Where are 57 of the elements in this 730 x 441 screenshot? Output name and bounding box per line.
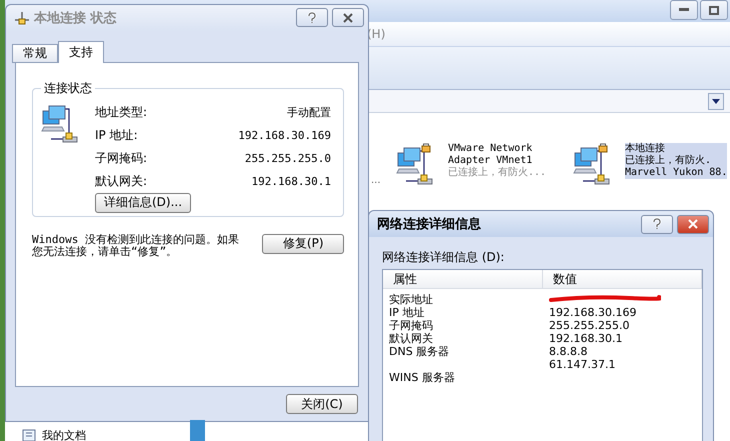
table-cell: DNS 服务器 <box>389 345 450 358</box>
table-cell: 默认网关 <box>389 332 433 345</box>
field-label: 子网掩码: <box>95 150 148 167</box>
field-value: 192.168.30.169 <box>238 128 331 142</box>
tab[interactable]: 支持 <box>58 40 104 63</box>
field-value: 手动配置 <box>287 104 331 120</box>
help-button[interactable] <box>296 8 328 28</box>
table-cell: 实际地址 <box>389 293 433 306</box>
connection-status: 已连接上，有防火... <box>448 167 548 179</box>
tab[interactable]: 常规 <box>12 44 58 63</box>
maximize-button[interactable] <box>700 0 728 20</box>
caret-icon <box>712 98 720 104</box>
window-title: 本地连接 状态 <box>34 10 118 27</box>
field-value: 255.255.255.0 <box>244 152 331 165</box>
group-title: 连接状态 <box>43 80 93 97</box>
help-icon <box>307 12 317 24</box>
close-button[interactable] <box>677 214 709 234</box>
connection-name: 本地连接 <box>625 143 728 155</box>
close-button[interactable] <box>332 8 364 28</box>
field-value: 192.168.30.1 <box>252 174 331 188</box>
table-cell: IP 地址 <box>389 306 424 319</box>
network-connection-icon <box>14 10 30 25</box>
help-icon <box>652 218 662 230</box>
field-label: 地址类型: <box>95 104 148 121</box>
connection-status: ... <box>371 175 381 186</box>
table-cell: 子网掩码 <box>389 319 433 332</box>
details-button[interactable]: 详细信息(D)... <box>95 192 192 213</box>
table-cell: 192.168.30.1 <box>549 332 622 345</box>
sidebar-item[interactable]: 我的文档 <box>42 430 86 441</box>
documents-icon <box>22 429 36 441</box>
table-cell: 8.8.8.8 <box>549 345 588 358</box>
minimize-icon <box>679 8 689 12</box>
table-cell: 192.168.30.169 <box>549 306 636 319</box>
minimize-button[interactable] <box>670 0 698 20</box>
dropdown-button[interactable] <box>708 92 724 110</box>
connection-status: 已连接上，有防火. <box>625 155 728 167</box>
close-button[interactable]: 关闭(C) <box>286 394 358 414</box>
maximize-icon <box>709 6 719 14</box>
table-cell: 255.255.255.0 <box>549 319 630 332</box>
help-button[interactable] <box>641 214 673 234</box>
table-cell: 61.147.37.1 <box>549 358 616 371</box>
column-header[interactable]: 数值 <box>543 270 702 288</box>
connection-name: VMware Network Adapter VMnet1 <box>448 143 534 166</box>
window-title: 网络连接详细信息 <box>377 216 482 233</box>
status-message: Windows 没有检测到此连接的问题。如果您无法连接，请单击“修复”。 <box>32 234 240 258</box>
window-edge <box>190 420 205 441</box>
close-icon <box>342 12 354 23</box>
table-cell: WINS 服务器 <box>389 371 455 384</box>
field-label: IP 地址: <box>95 126 138 144</box>
connection-item[interactable]: VMware Network Adapter VMnet1 已连接上，有防火... <box>396 143 548 189</box>
list-label: 网络连接详细信息 (D): <box>382 249 506 266</box>
device-name: Marvell Yukon 88. <box>625 167 728 179</box>
column-header[interactable]: 属性 <box>383 270 543 288</box>
repair-button[interactable]: 修复(P) <box>262 234 344 254</box>
connection-item[interactable]: 本地连接 已连接上，有防火. Marvell Yukon 88. <box>573 143 728 189</box>
field-label: 默认网关: <box>95 172 148 190</box>
close-icon <box>687 219 699 229</box>
